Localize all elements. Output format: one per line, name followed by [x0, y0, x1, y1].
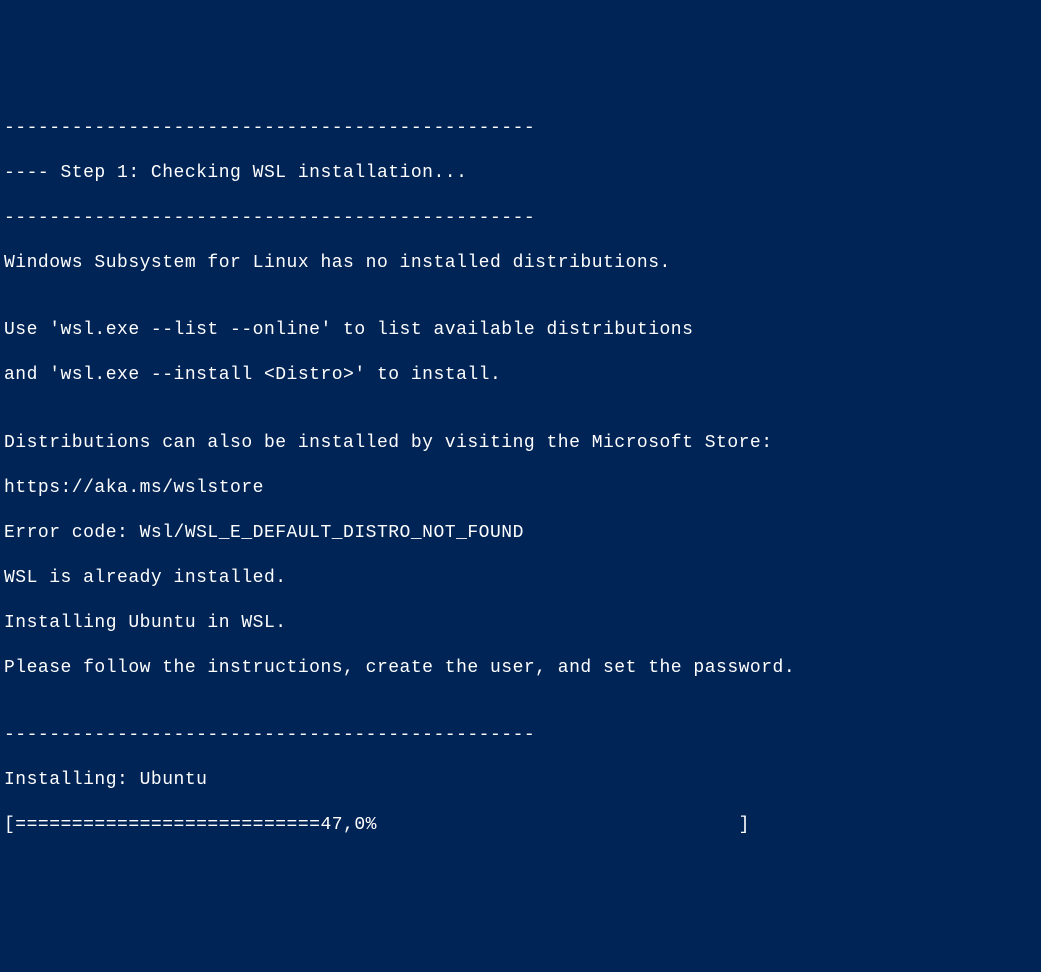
progress-bar: [===========================47,0% ]: [4, 814, 1037, 837]
status-message: Windows Subsystem for Linux has no insta…: [4, 252, 1037, 275]
instruction-line: Use 'wsl.exe --list --online' to list av…: [4, 319, 1037, 342]
instruction-line: Please follow the instructions, create t…: [4, 657, 1037, 680]
divider-line: ----------------------------------------…: [4, 724, 1037, 747]
url-line: https://aka.ms/wslstore: [4, 477, 1037, 500]
divider-line: ----------------------------------------…: [4, 117, 1037, 140]
error-code-line: Error code: Wsl/WSL_E_DEFAULT_DISTRO_NOT…: [4, 522, 1037, 545]
info-line: Distributions can also be installed by v…: [4, 432, 1037, 455]
divider-line: ----------------------------------------…: [4, 207, 1037, 230]
step-header: ---- Step 1: Checking WSL installation..…: [4, 162, 1037, 185]
terminal-output: ----------------------------------------…: [4, 94, 1037, 859]
instruction-line: and 'wsl.exe --install <Distro>' to inst…: [4, 364, 1037, 387]
installing-line: Installing Ubuntu in WSL.: [4, 612, 1037, 635]
installing-label: Installing: Ubuntu: [4, 769, 1037, 792]
